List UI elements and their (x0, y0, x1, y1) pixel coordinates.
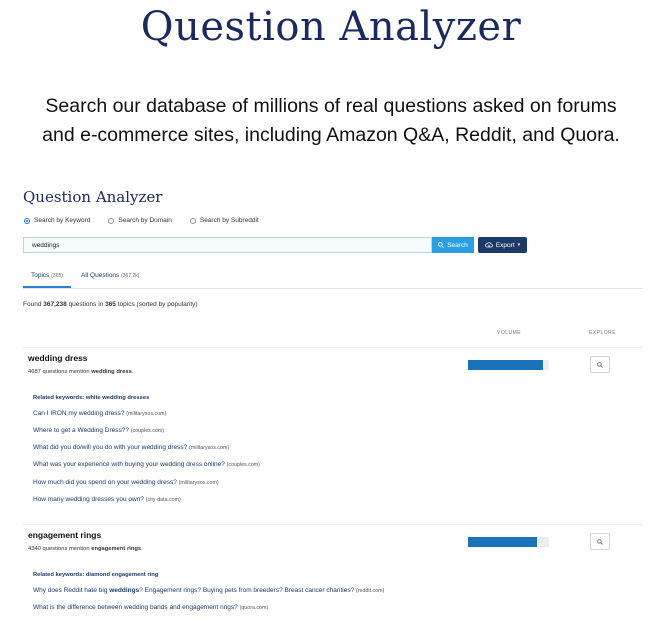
summary-text: Found (23, 301, 42, 308)
explore-button[interactable] (590, 356, 610, 373)
search-input[interactable] (23, 237, 432, 253)
topic-mention: 4687 questions mention wedding dress. (28, 369, 133, 375)
question-text: How many wedding dresses you own? (33, 496, 144, 503)
question-source: (militarysos.com) (178, 480, 219, 486)
question-source: (militarysos.com) (126, 411, 167, 417)
search-icon (597, 361, 603, 368)
tab-label: Topics (31, 272, 50, 279)
question-link[interactable]: Can I IRON my wedding dress? (militaryso… (33, 410, 166, 417)
question-source: (city-data.com) (145, 497, 181, 503)
question-source: (couples.com) (226, 462, 260, 468)
column-header-volume: VOLUME (497, 330, 522, 336)
results-summary: Found 367,238 questions in 365 topics (s… (23, 301, 198, 308)
question-text: How much did you spend on your wedding d… (33, 479, 177, 486)
topic-name: engagement rings (28, 530, 102, 540)
mention-period: . (141, 546, 143, 552)
question-text: What was your experience with buying you… (33, 461, 225, 468)
search-button[interactable]: Search (432, 237, 474, 253)
mention-count: 4687 (28, 369, 41, 375)
caret-down-icon: ▾ (517, 242, 521, 248)
volume-bar (468, 537, 549, 547)
export-button[interactable]: Export ▾ (478, 237, 527, 253)
question-link[interactable]: Where to get a Wedding Dress?? (couples.… (33, 427, 164, 434)
mention-text: questions mention (42, 369, 90, 375)
question-text: What did you do/will you do with your we… (33, 444, 188, 451)
radio-search-by-keyword[interactable]: Search by Keyword (24, 217, 90, 224)
volume-bar-fill (468, 360, 543, 370)
radio-search-by-domain[interactable]: Search by Domain (108, 217, 172, 224)
search-mode-group: Search by Keyword Search by Domain Searc… (24, 217, 259, 224)
question-source: (militarysos.com) (189, 445, 230, 451)
summary-text: topics (sorted by popularity) (117, 301, 198, 308)
question-text-highlight: weddings (109, 587, 140, 594)
summary-topic-count: 365 (105, 301, 116, 308)
question-text: Where to get a Wedding Dress?? (33, 427, 129, 434)
related-keywords: Related keywords: white wedding dresses (33, 395, 150, 401)
summary-text: questions in (68, 301, 104, 308)
mention-term: wedding dress (91, 369, 132, 375)
tab-topics[interactable]: Topics (365) (23, 272, 71, 288)
divider (23, 524, 643, 525)
radio-label: Search by Keyword (34, 217, 91, 224)
mention-text: questions mention (42, 546, 90, 552)
cloud-download-icon (485, 242, 493, 248)
question-source: (quora.com) (239, 605, 269, 611)
topic-name: wedding dress (28, 353, 88, 363)
search-icon (438, 242, 445, 248)
summary-question-count: 367,238 (43, 301, 67, 308)
radio-label: Search by Subreddit (199, 217, 259, 224)
question-source: (reddit.com) (356, 588, 385, 594)
export-button-label: Export (495, 241, 515, 249)
hero-subtitle: Search our database of millions of real … (0, 92, 662, 150)
question-link[interactable]: Why does Reddit hate big weddings? Engag… (33, 587, 384, 594)
radio-unselected-icon (189, 217, 196, 224)
tab-count: (365) (51, 273, 63, 279)
radio-unselected-icon (108, 217, 115, 224)
volume-bar (468, 360, 549, 370)
question-link[interactable]: How many wedding dresses you own? (city-… (33, 496, 181, 503)
hero-subtitle-line: and e-commerce sites, including Amazon Q… (42, 124, 620, 146)
hero-title: Question Analyzer (140, 4, 522, 50)
search-button-label: Search (447, 241, 468, 249)
question-link[interactable]: What did you do/will you do with your we… (33, 444, 229, 451)
mention-period: . (131, 369, 134, 375)
tab-all-questions[interactable]: All Questions (367.2k) (81, 272, 139, 279)
explore-button[interactable] (590, 533, 610, 550)
question-link[interactable]: What is the difference between wedding b… (33, 604, 268, 611)
mention-term: engagement rings (91, 546, 142, 552)
radio-label: Search by Domain (118, 217, 172, 224)
divider (23, 347, 643, 348)
search-icon (597, 538, 603, 545)
hero-subtitle-line: Search our database of millions of real … (45, 95, 617, 117)
question-source: (couples.com) (130, 428, 165, 434)
question-link[interactable]: What was your experience with buying you… (33, 461, 260, 468)
radio-selected-icon (24, 217, 30, 224)
volume-bar-fill (468, 537, 537, 547)
app-title: Question Analyzer (23, 188, 163, 206)
related-keywords: Related keywords: diamond engagement rin… (33, 572, 159, 578)
question-text: What is the difference between wedding b… (33, 604, 238, 611)
question-text: Why does Reddit hate big (33, 587, 108, 594)
topic-mention: 4340 questions mention engagement rings. (28, 546, 143, 552)
tab-count: (367.2k) (121, 273, 140, 279)
question-text: Can I IRON my wedding dress? (33, 410, 125, 417)
tab-label: All Questions (81, 272, 120, 279)
question-link[interactable]: How much did you spend on your wedding d… (33, 479, 219, 486)
results-tabs: Topics (365) All Questions (367.2k) (23, 268, 643, 289)
radio-search-by-subreddit[interactable]: Search by Subreddit (189, 217, 259, 224)
question-text: ? Engagement rings? Buying pets from bre… (139, 587, 355, 594)
column-header-explore: EXPLORE (589, 330, 617, 336)
mention-count: 4340 (28, 546, 41, 552)
